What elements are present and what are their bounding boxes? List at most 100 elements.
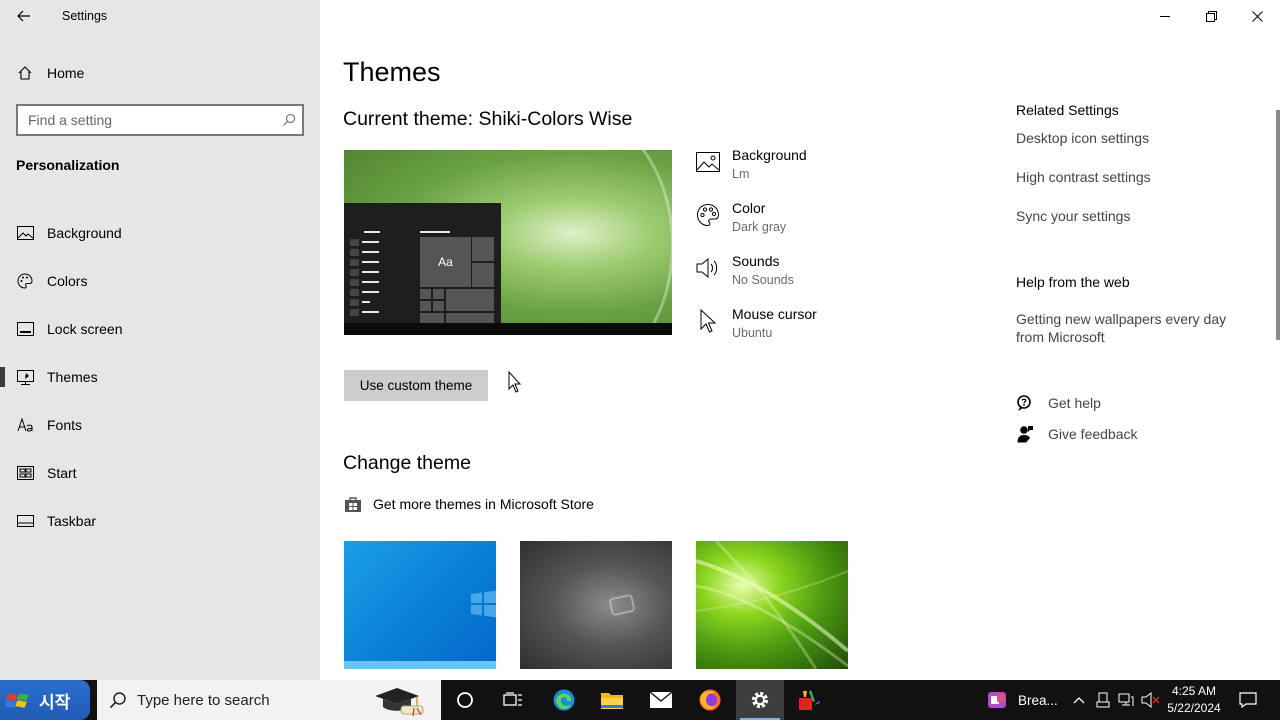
sidebar-item-themes[interactable]: Themes: [0, 353, 320, 401]
prop-background[interactable]: Background Lm: [695, 145, 955, 198]
back-button[interactable]: [12, 4, 36, 28]
mail-icon: [649, 691, 673, 708]
clock-time: 4:25 AM: [1171, 684, 1217, 698]
minimize-button[interactable]: [1142, 0, 1188, 32]
taskbar-running-app[interactable]: Brea...: [986, 680, 1058, 720]
store-link-label: Get more themes in Microsoft Store: [373, 496, 594, 512]
get-help-label: Get help: [1048, 395, 1101, 411]
prop-sounds[interactable]: Sounds No Sounds: [695, 251, 955, 304]
close-button[interactable]: [1234, 0, 1280, 32]
window-controls: [1142, 0, 1280, 32]
running-app-label: Brea...: [1018, 692, 1058, 708]
taskbar-edge[interactable]: [540, 680, 588, 720]
action-center-button[interactable]: [1230, 680, 1266, 720]
prop-value: Lm: [732, 167, 750, 181]
lock-screen-icon: [16, 320, 34, 338]
start-button[interactable]: 시작: [0, 680, 90, 720]
tray-network[interactable]: [1116, 680, 1136, 720]
nav-home[interactable]: Home: [0, 58, 320, 88]
link-new-wallpapers[interactable]: Getting new wallpapers every day from Mi…: [1016, 310, 1241, 346]
sidebar-item-start[interactable]: Start: [0, 449, 320, 497]
windows-taskbar: 시작 Type here to search Brea... 4:25 AM 5…: [0, 680, 1280, 720]
taskbar-file-explorer[interactable]: [588, 680, 636, 720]
taskbar-search[interactable]: Type here to search: [97, 680, 441, 720]
sidebar-item-background[interactable]: Background: [0, 209, 320, 257]
network-icon: [1118, 693, 1134, 706]
fonts-icon: [16, 416, 34, 434]
theme-thumb-accent-bar: [344, 661, 496, 669]
prop-mouse-cursor[interactable]: Mouse cursor Ubuntu: [695, 304, 955, 357]
theme-properties: Background Lm Color Dark gray Sounds No …: [695, 145, 955, 357]
sidebar-item-label: Start: [47, 465, 77, 481]
link-sync-settings[interactable]: Sync your settings: [1016, 207, 1130, 225]
windows-flag-icon: [5, 693, 29, 708]
sidebar-item-label: Taskbar: [47, 513, 97, 529]
palette-icon: [695, 202, 721, 228]
taskbar-cortana[interactable]: [441, 680, 489, 720]
windows-logo-icon: [471, 590, 496, 618]
sidebar-item-label: Colors: [47, 273, 88, 289]
give-feedback-label: Give feedback: [1048, 426, 1138, 442]
related-heading: Related Settings: [1016, 102, 1119, 118]
tray-device[interactable]: [1093, 680, 1113, 720]
preview-arc: [474, 150, 672, 335]
taskbar-paint[interactable]: [785, 680, 833, 720]
preview-start-panel: Aa: [344, 203, 501, 325]
page-title: Themes: [343, 57, 441, 87]
prop-name: Mouse cursor: [732, 306, 817, 322]
help-heading: Help from the web: [1016, 274, 1130, 290]
preview-taskbar: [344, 323, 672, 335]
give-feedback-link[interactable]: Give feedback: [1016, 425, 1138, 443]
theme-thumb-dark[interactable]: [520, 541, 672, 669]
taskbar-clock[interactable]: 4:25 AM 5/22/2024: [1166, 683, 1222, 717]
find-setting-input[interactable]: [18, 112, 276, 128]
prop-color[interactable]: Color Dark gray: [695, 198, 955, 251]
restore-icon: [1205, 10, 1217, 22]
window-title: Settings: [62, 9, 108, 23]
app-icon: [988, 692, 1006, 708]
sidebar-item-fonts[interactable]: Fonts: [0, 401, 320, 449]
theme-preview: Aa: [344, 150, 672, 335]
prop-value: Dark gray: [732, 220, 787, 234]
store-link[interactable]: Get more themes in Microsoft Store: [344, 495, 594, 513]
home-icon: [16, 64, 34, 82]
sidebar-item-lock-screen[interactable]: Lock screen: [0, 305, 320, 353]
start-icon: [16, 464, 34, 482]
clock-date: 5/22/2024: [1167, 701, 1221, 715]
sidebar: Settings Home Personalization Background: [0, 0, 320, 680]
feedback-person-icon: [1016, 425, 1034, 443]
task-view-icon: [503, 692, 522, 706]
main-content: Themes Current theme: Shiki-Colors Wise: [320, 0, 1280, 680]
mouse-pointer-icon: [508, 371, 522, 393]
picture-icon: [695, 149, 721, 175]
nav-list: Background Colors Lock screen Themes Fon…: [0, 209, 320, 545]
graduation-cap-icon: [375, 688, 424, 717]
tray-chevron[interactable]: [1070, 680, 1088, 720]
store-icon: [344, 495, 362, 513]
cursor-icon: [695, 308, 721, 334]
use-custom-theme-button[interactable]: Use custom theme: [344, 370, 488, 401]
tray-volume[interactable]: [1140, 680, 1162, 720]
vertical-scrollbar[interactable]: [1276, 110, 1280, 340]
theme-thumb-green[interactable]: [696, 541, 848, 669]
taskbar-mail[interactable]: [637, 680, 685, 720]
close-icon: [1251, 10, 1263, 22]
paint-icon: [799, 690, 820, 710]
restore-button[interactable]: [1188, 0, 1234, 32]
find-setting-search[interactable]: [16, 104, 304, 136]
sidebar-item-taskbar[interactable]: Taskbar: [0, 497, 320, 545]
sidebar-item-colors[interactable]: Colors: [0, 257, 320, 305]
taskbar-firefox[interactable]: [686, 680, 734, 720]
link-high-contrast-settings[interactable]: High contrast settings: [1016, 168, 1151, 186]
taskbar-task-view[interactable]: [489, 680, 537, 720]
search-icon[interactable]: [276, 113, 302, 127]
palette-icon: [16, 272, 34, 290]
cortana-icon: [457, 692, 473, 708]
taskbar-settings[interactable]: [736, 680, 784, 720]
minimize-icon: [1159, 15, 1170, 17]
theme-thumb-windows[interactable]: [344, 541, 496, 669]
link-desktop-icon-settings[interactable]: Desktop icon settings: [1016, 129, 1149, 147]
preview-sample-text: Aa: [420, 237, 471, 287]
get-help-link[interactable]: Get help: [1016, 394, 1101, 412]
prop-name: Background: [732, 147, 807, 163]
